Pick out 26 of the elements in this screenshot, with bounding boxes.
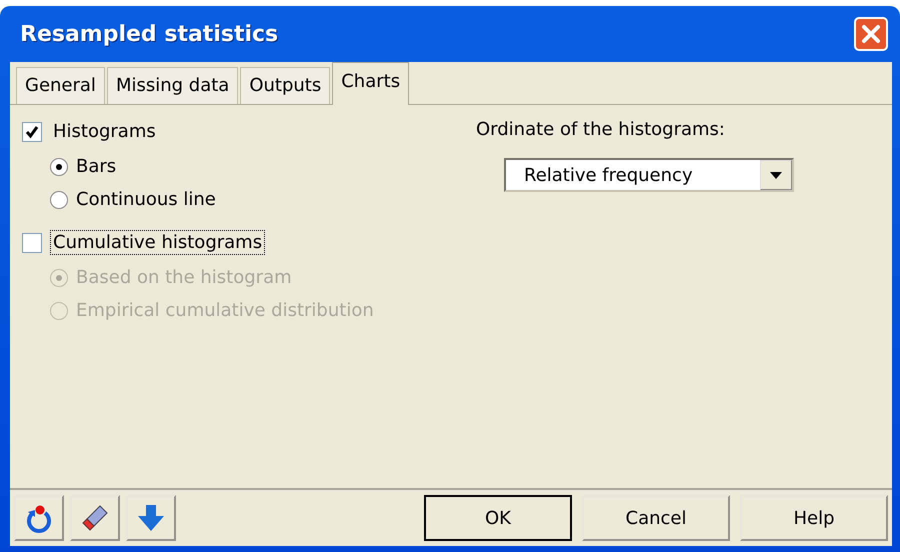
down-arrow-icon [136, 503, 166, 533]
radio-label[interactable]: Bars [76, 156, 116, 177]
reset-icon [24, 503, 54, 533]
down-arrow-button[interactable] [126, 495, 176, 541]
radio-label[interactable]: Continuous line [76, 189, 216, 210]
radio-button[interactable] [50, 190, 68, 208]
eraser-icon [80, 503, 110, 533]
dialog-button[interactable]: Help [740, 495, 888, 541]
ordinate-dropdown[interactable]: Relative frequency [504, 158, 794, 192]
tab[interactable]: General [16, 67, 105, 104]
checkbox[interactable] [22, 232, 42, 252]
tab[interactable]: Outputs [240, 67, 330, 104]
dropdown-arrow-icon [770, 172, 782, 178]
tab[interactable]: Charts [332, 62, 410, 105]
dialog-button[interactable]: Cancel [582, 495, 730, 541]
checkbox[interactable] [22, 122, 42, 142]
reset-button[interactable] [14, 495, 64, 541]
window-title: Resampled statistics [20, 22, 278, 46]
field-label: Ordinate of the histograms: [476, 119, 726, 140]
radio-button[interactable] [50, 158, 68, 176]
tab[interactable]: Missing data [106, 67, 238, 104]
dialog-button[interactable]: OK [424, 495, 572, 541]
eraser-button[interactable] [70, 495, 120, 541]
close-icon[interactable] [854, 17, 888, 51]
checkbox-label[interactable]: Histograms [50, 119, 159, 144]
checkbox-label[interactable]: Cumulative histograms [50, 230, 266, 255]
